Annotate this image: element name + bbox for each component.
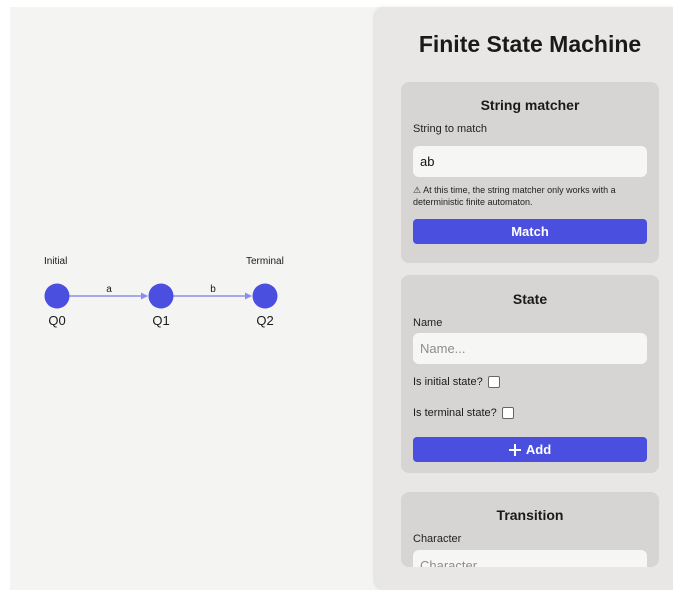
add-state-label: Add xyxy=(525,442,552,457)
state-name-input[interactable] xyxy=(413,333,647,364)
state-tag-terminal: Terminal xyxy=(246,256,284,267)
initial-state-checkbox[interactable] xyxy=(487,376,500,388)
state-tag-initial: Initial xyxy=(44,256,67,267)
state-node[interactable] xyxy=(148,283,174,309)
initial-state-row[interactable]: Is initial state? xyxy=(413,376,500,388)
transition-card-title: Transition xyxy=(496,507,564,523)
state-graph: a b Initial Q0 Q1 Terminal Q2 xyxy=(44,256,284,328)
app-title: Finite State Machine xyxy=(418,31,642,57)
control-panel: Finite State Machine String matcher Stri… xyxy=(375,7,673,590)
transition-card: Transition Character xyxy=(401,492,659,567)
state-name: Q0 xyxy=(48,313,65,328)
plus-icon xyxy=(508,443,521,456)
character-input[interactable] xyxy=(413,550,647,567)
state-card-title: State xyxy=(512,291,548,307)
state-name: Q2 xyxy=(256,313,273,328)
match-button-label: Match xyxy=(511,224,549,239)
state-node[interactable] xyxy=(44,283,70,309)
state-card: State Name Is initial state? Is terminal… xyxy=(401,275,659,473)
match-button[interactable]: Match xyxy=(413,219,647,244)
terminal-state-row[interactable]: Is terminal state? xyxy=(413,407,514,419)
string-matcher-title: String matcher xyxy=(480,97,580,113)
state-name: Q1 xyxy=(152,313,169,328)
string-to-match-label: String to match xyxy=(413,123,487,135)
matcher-warning-note: ⚠ At this time, the string matcher only … xyxy=(413,185,616,207)
character-label: Character xyxy=(413,533,462,545)
string-to-match-input[interactable] xyxy=(413,146,647,177)
transition-label: b xyxy=(210,284,216,295)
terminal-state-label: Is terminal state? xyxy=(413,407,497,419)
add-state-button[interactable]: Add xyxy=(413,437,647,462)
initial-state-label: Is initial state? xyxy=(413,376,483,388)
transition-label: a xyxy=(106,284,112,295)
state-name-label: Name xyxy=(413,317,443,329)
state-node[interactable] xyxy=(252,283,278,309)
string-matcher-card: String matcher String to match ⚠ At this… xyxy=(401,82,659,263)
terminal-state-checkbox[interactable] xyxy=(501,407,514,419)
